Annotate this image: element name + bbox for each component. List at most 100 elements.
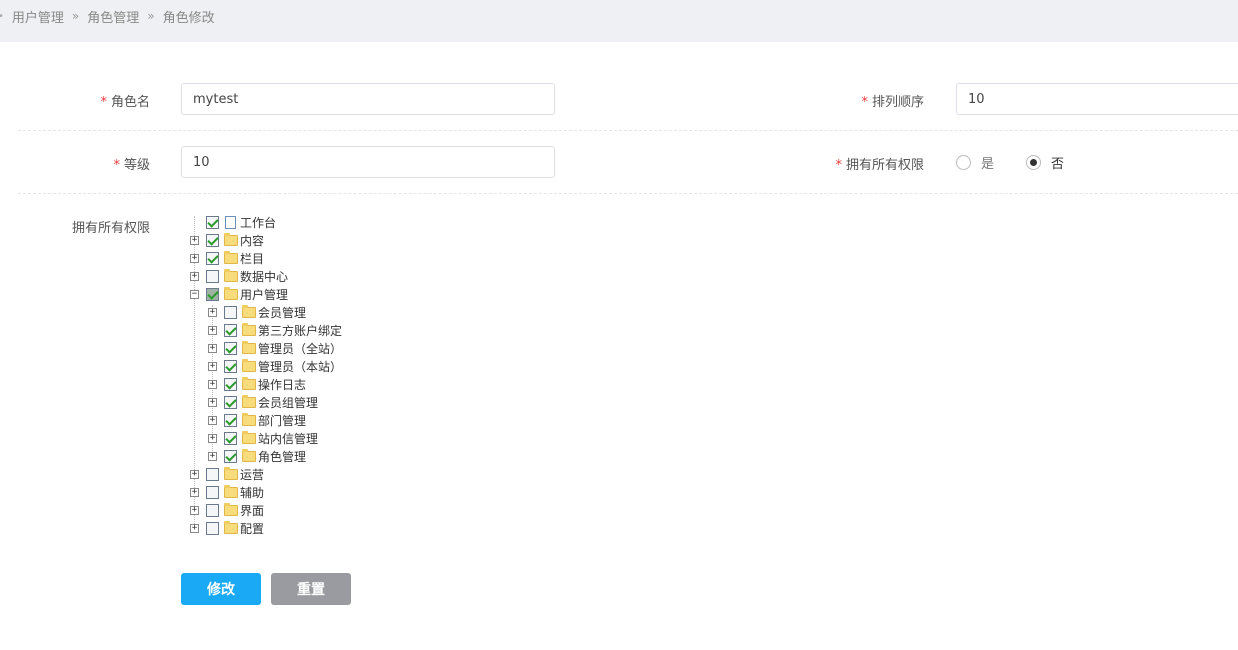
folder-icon: [242, 412, 256, 426]
tree-node-label[interactable]: 会员组管理: [258, 394, 318, 411]
expand-icon[interactable]: +: [208, 451, 217, 461]
expand-icon[interactable]: +: [190, 469, 199, 479]
checkbox[interactable]: [224, 395, 237, 409]
expand-icon[interactable]: +: [208, 379, 217, 389]
tree-node-label[interactable]: 操作日志: [258, 376, 306, 393]
tree-node-label[interactable]: 管理员（全站）: [258, 340, 342, 357]
expand-icon[interactable]: +: [208, 397, 217, 407]
tree-node[interactable]: + 管理员（本站）: [208, 357, 342, 375]
checkbox[interactable]: [224, 449, 237, 463]
folder-icon: [224, 502, 238, 516]
checkbox[interactable]: [206, 287, 219, 301]
radio-label: 是: [981, 157, 995, 172]
tree-node-label[interactable]: 数据中心: [240, 268, 288, 285]
breadcrumb-item[interactable]: 角色管理: [87, 7, 139, 26]
tree-node[interactable]: − 用户管理: [190, 285, 288, 303]
checkbox[interactable]: [206, 251, 219, 265]
tree-node[interactable]: 工作台: [190, 213, 276, 231]
checkbox[interactable]: [224, 413, 237, 427]
required-mark: *: [113, 158, 120, 173]
tree-node-label[interactable]: 内容: [240, 232, 264, 249]
tree-node[interactable]: + 站内信管理: [208, 429, 318, 447]
required-mark: *: [100, 95, 107, 110]
tree-node[interactable]: + 配置: [190, 519, 264, 537]
expand-icon[interactable]: +: [190, 523, 199, 533]
tree-node-label[interactable]: 辅助: [240, 484, 264, 501]
checkbox[interactable]: [224, 341, 237, 355]
tree-node-label[interactable]: 部门管理: [258, 412, 306, 429]
checkbox[interactable]: [206, 467, 219, 481]
checkbox[interactable]: [224, 359, 237, 373]
tree-node-label[interactable]: 工作台: [240, 214, 276, 231]
tree-node[interactable]: + 部门管理: [208, 411, 306, 429]
checkbox[interactable]: [224, 431, 237, 445]
tree-node-label[interactable]: 第三方账户绑定: [258, 322, 342, 339]
tree-node[interactable]: + 数据中心: [190, 267, 288, 285]
radio-circle-selected[interactable]: [1026, 155, 1041, 170]
checkbox[interactable]: [224, 377, 237, 391]
level-input[interactable]: [181, 146, 555, 178]
tree-node[interactable]: + 界面: [190, 501, 264, 519]
checkbox[interactable]: [224, 323, 237, 337]
folder-icon: [224, 268, 238, 282]
level-label: * 等级: [18, 154, 150, 173]
breadcrumb-item[interactable]: 用户管理: [12, 7, 64, 26]
expand-icon[interactable]: +: [190, 505, 199, 515]
expand-icon[interactable]: +: [190, 253, 199, 263]
radio-no[interactable]: 否: [1026, 153, 1064, 172]
tree-node[interactable]: + 辅助: [190, 483, 264, 501]
folder-icon: [224, 466, 238, 480]
checkbox[interactable]: [224, 305, 237, 319]
expand-icon[interactable]: +: [190, 235, 199, 245]
checkbox[interactable]: [206, 521, 219, 535]
label-text: 等级: [123, 158, 150, 173]
tree-node-label[interactable]: 运营: [240, 466, 264, 483]
expand-icon[interactable]: +: [208, 343, 217, 353]
tree-node-label[interactable]: 栏目: [240, 250, 264, 267]
tree-node[interactable]: + 内容: [190, 231, 264, 249]
expand-icon[interactable]: +: [208, 307, 217, 317]
checkbox[interactable]: [206, 503, 219, 517]
expand-icon[interactable]: +: [190, 487, 199, 497]
folder-icon: [224, 484, 238, 498]
file-icon: [225, 215, 236, 229]
tree-node[interactable]: + 管理员（全站）: [208, 339, 342, 357]
tree-node-label[interactable]: 站内信管理: [258, 430, 318, 447]
expand-icon[interactable]: +: [190, 271, 199, 281]
collapse-icon[interactable]: −: [190, 289, 199, 299]
tree-node[interactable]: + 操作日志: [208, 375, 306, 393]
tree-node[interactable]: + 第三方账户绑定: [208, 321, 342, 339]
folder-icon: [242, 394, 256, 408]
role-name-input[interactable]: [181, 83, 555, 115]
tree-node-label[interactable]: 界面: [240, 502, 264, 519]
sort-order-input[interactable]: [956, 83, 1238, 115]
permissions-tree-label: 拥有所有权限: [18, 217, 150, 236]
folder-icon: [242, 430, 256, 444]
tree-node-label[interactable]: 管理员（本站）: [258, 358, 342, 375]
radio-circle[interactable]: [956, 155, 971, 170]
tree-node[interactable]: + 角色管理: [208, 447, 306, 465]
tree-node[interactable]: + 会员组管理: [208, 393, 318, 411]
checkbox[interactable]: [206, 233, 219, 247]
tree-node-label[interactable]: 用户管理: [240, 286, 288, 303]
expand-icon[interactable]: +: [208, 415, 217, 425]
expand-icon[interactable]: +: [208, 325, 217, 335]
radio-yes[interactable]: 是: [956, 153, 994, 172]
expand-icon[interactable]: +: [208, 361, 217, 371]
submit-button[interactable]: 修改: [181, 573, 261, 605]
tree-node-label[interactable]: 会员管理: [258, 304, 306, 321]
checkbox[interactable]: [206, 485, 219, 499]
checkbox[interactable]: [206, 269, 219, 283]
tree-node[interactable]: + 运营: [190, 465, 264, 483]
label-text: 拥有所有权限: [845, 158, 924, 173]
tree-node-label[interactable]: 角色管理: [258, 448, 306, 465]
tree-node[interactable]: + 栏目: [190, 249, 264, 267]
tree-node[interactable]: + 会员管理: [208, 303, 306, 321]
reset-button[interactable]: 重置: [271, 573, 351, 605]
expand-icon[interactable]: +: [208, 433, 217, 443]
breadcrumb-item-current: 角色修改: [162, 10, 215, 26]
breadcrumb-dot-icon: •: [0, 11, 4, 22]
tree-node-label[interactable]: 配置: [240, 520, 264, 537]
checkbox[interactable]: [206, 215, 219, 229]
